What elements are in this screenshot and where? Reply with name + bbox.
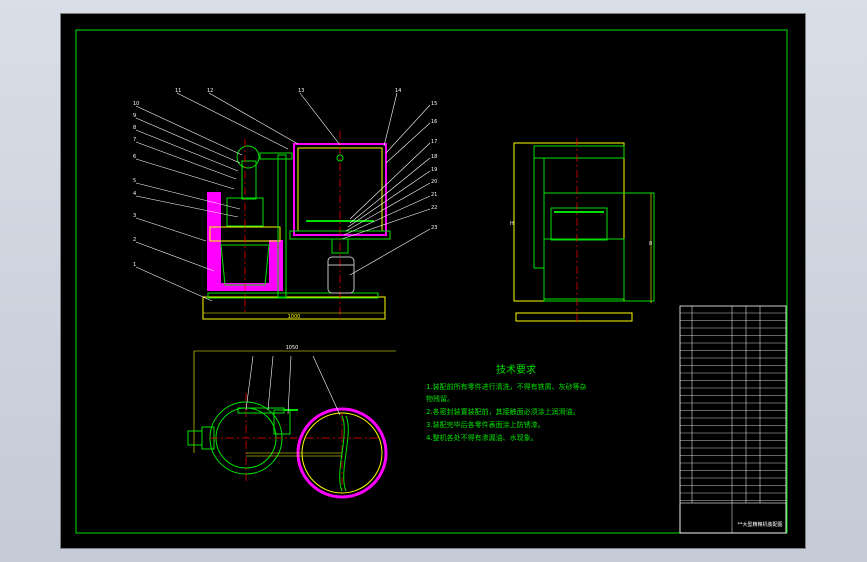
balloon-10: 10 <box>133 101 139 107</box>
tech-requirements-title: 技术要求 <box>496 363 536 376</box>
tech-item-4: 4.整机各处不得有渗漏油、水现象。 <box>426 433 538 442</box>
balloon-17: 17 <box>431 139 437 145</box>
parts-list: **大型精粮机装配图 <box>679 305 787 534</box>
tech-item-3: 3.装配完毕后各零件表面涂上防锈漆。 <box>426 420 545 429</box>
balloon-16: 16 <box>431 119 437 125</box>
balloon-21: 21 <box>431 192 437 198</box>
balloon-4: 4 <box>133 191 136 197</box>
cad-viewport: 1000 10 9 8 7 6 5 4 3 2 1 11 12 13 14 15… <box>0 0 867 562</box>
balloon-15: 15 <box>431 101 437 107</box>
balloon-2: 2 <box>133 237 136 243</box>
side-view: H 8 <box>510 138 655 325</box>
balloon-9: 9 <box>133 113 136 119</box>
tech-requirements: 技术要求 1.装配前所有零件进行清洗，不得有铁屑、灰砂等杂 物残留。 2.各密封… <box>426 363 587 442</box>
svg-text:8: 8 <box>649 241 652 247</box>
balloon-3: 3 <box>133 213 136 219</box>
outer-border <box>60 13 806 549</box>
balloon-13: 13 <box>298 88 304 94</box>
bucket-wall-right <box>269 240 283 287</box>
balloon-23: 23 <box>431 225 437 231</box>
tech-item-2: 2.各密封装置装配前，其接触面必须涂上润滑油。 <box>426 407 580 416</box>
base-width-dimension: 1000 <box>288 314 301 320</box>
balloon-8: 8 <box>133 125 136 131</box>
balloon-7: 7 <box>133 137 136 143</box>
balloon-5: 5 <box>133 178 136 184</box>
plan-view: 1050 <box>187 345 396 499</box>
balloon-19: 19 <box>431 167 437 173</box>
balloon-20: 20 <box>431 179 437 185</box>
tech-item-1-cont: 物残留。 <box>426 394 454 403</box>
drawing-canvas: 1000 10 9 8 7 6 5 4 3 2 1 11 12 13 14 15… <box>60 13 806 549</box>
balloon-18: 18 <box>431 154 437 160</box>
side-height-dimension: H <box>510 221 514 227</box>
balloon-14: 14 <box>395 88 401 94</box>
balloon-6: 6 <box>133 154 136 160</box>
title-block <box>679 502 787 534</box>
bucket-wall-left <box>207 192 221 287</box>
balloon-12: 12 <box>207 88 213 94</box>
balloon-11: 11 <box>175 88 181 94</box>
drawing-sheet: 1000 10 9 8 7 6 5 4 3 2 1 11 12 13 14 15… <box>60 13 806 549</box>
balloon-1: 1 <box>133 262 136 268</box>
drawing-name: **大型精粮机装配图 <box>737 521 782 528</box>
tech-item-1: 1.装配前所有零件进行清洗，不得有铁屑、灰砂等杂 <box>426 382 587 391</box>
plan-width-dimension: 1050 <box>286 345 299 351</box>
balloon-22: 22 <box>431 205 437 211</box>
front-view: 1000 <box>135 92 431 320</box>
